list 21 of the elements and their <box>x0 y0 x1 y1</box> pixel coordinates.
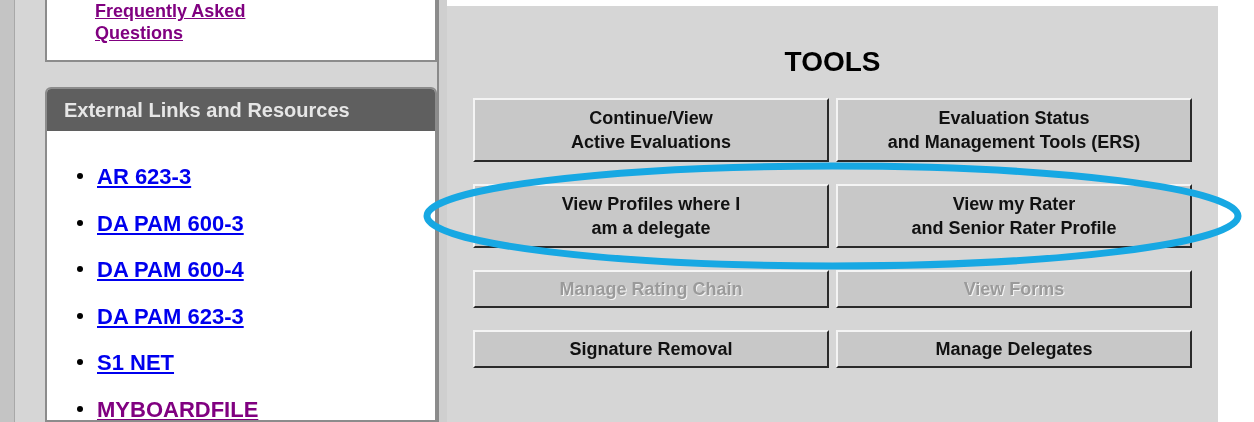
resource-link[interactable]: DA PAM 623-3 <box>97 303 244 330</box>
resource-link[interactable]: DA PAM 600-3 <box>97 210 244 237</box>
panel-header: External Links and Resources <box>47 89 435 131</box>
bullet-icon <box>77 266 83 272</box>
bullet-icon <box>77 312 83 319</box>
bullet-icon <box>77 405 83 412</box>
tool-button[interactable]: Manage Delegates <box>836 330 1192 368</box>
section-title: TOOLS <box>784 46 881 78</box>
tool-button[interactable]: View Profiles where I am a delegate <box>473 184 829 248</box>
resource-link[interactable]: AR 623-3 <box>97 164 192 190</box>
bullet-icon <box>77 173 83 179</box>
tool-button[interactable]: Evaluation Status and Management Tools (ERS) <box>836 98 1192 162</box>
tool-button[interactable]: Continue/View Active Evaluations <box>473 98 829 162</box>
bullet-icon <box>77 359 83 365</box>
resource-link[interactable]: S1 NET <box>97 350 175 376</box>
faq-link[interactable]: Frequently Asked Questions <box>95 0 315 44</box>
tool-button[interactable]: Signature Removal <box>473 330 829 368</box>
resource-link[interactable]: MYBOARDFILE <box>97 396 259 420</box>
resource-link[interactable]: DA PAM 600-4 <box>97 257 244 283</box>
tool-button[interactable]: View my Rater and Senior Rater Profile <box>836 184 1192 248</box>
bullet-icon <box>77 219 83 226</box>
